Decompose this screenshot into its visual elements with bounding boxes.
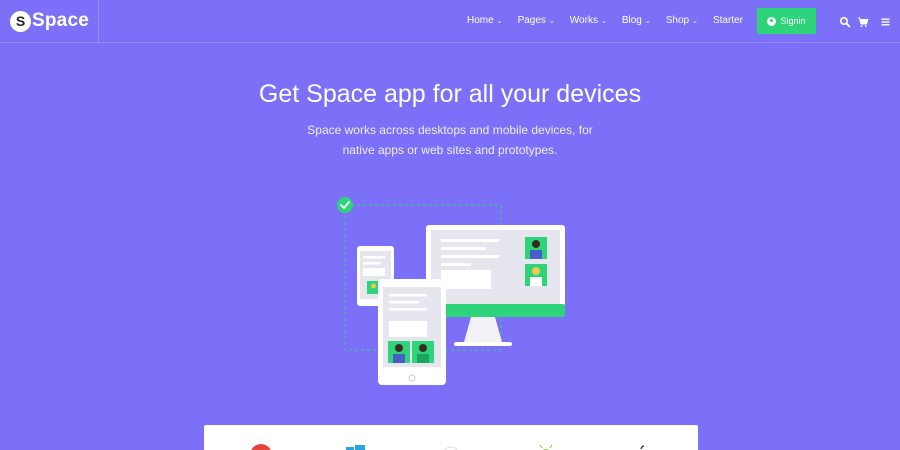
menu-icon[interactable] xyxy=(880,16,892,28)
nav-label: Shop xyxy=(665,15,690,26)
tablet-graphic xyxy=(378,279,446,385)
hero-subtitle: Space works across desktops and mobile d… xyxy=(307,123,593,157)
signin-button[interactable]: Signin xyxy=(757,8,816,34)
chevron-down-icon: ⌄ xyxy=(548,17,555,25)
chrome-icon xyxy=(444,446,458,450)
header-divider xyxy=(98,0,99,43)
chevron-down-icon: ⌄ xyxy=(496,17,503,25)
user-icon xyxy=(767,16,777,26)
nav-item-blog[interactable]: Blog ⌄ xyxy=(622,15,651,26)
logo-badge: S xyxy=(10,10,31,32)
nav-label: Blog xyxy=(621,15,642,26)
platform-logos-card xyxy=(204,425,698,450)
nav-item-starter[interactable]: Starter xyxy=(713,15,743,26)
nav-label: Starter xyxy=(712,15,743,26)
apple-icon xyxy=(640,445,645,450)
chevron-down-icon: ⌄ xyxy=(644,17,651,25)
devices-illustration xyxy=(337,197,565,385)
nav-item-shop[interactable]: Shop ⌄ xyxy=(666,15,698,26)
nav-label: Works xyxy=(569,15,598,26)
logo-text: Space xyxy=(32,10,89,31)
chevron-down-icon: ⌄ xyxy=(600,17,607,25)
hero-title: Get Space app for all your devices xyxy=(258,80,642,108)
main-nav: Home ⌄ Pages ⌄ Works ⌄ Blog ⌄ Shop ⌄ Starter xyxy=(467,15,743,26)
google-icon xyxy=(251,444,271,450)
logo[interactable]: S Space xyxy=(10,10,89,32)
check-icon xyxy=(337,197,353,213)
signin-label: Signin xyxy=(780,16,806,26)
monitor-graphic xyxy=(426,225,565,346)
search-icon[interactable] xyxy=(839,16,851,28)
nav-item-home[interactable]: Home ⌄ xyxy=(467,15,503,26)
nav-label: Home xyxy=(467,15,494,26)
chevron-down-icon: ⌄ xyxy=(692,17,698,25)
site-header: S Space Home ⌄ Pages ⌄ Works ⌄ Blog ⌄ Shop ⌄ … xyxy=(0,0,900,43)
nav-item-pages[interactable]: Pages ⌄ xyxy=(518,15,555,26)
cart-icon[interactable] xyxy=(857,16,869,28)
android-icon xyxy=(539,444,553,450)
nav-item-works[interactable]: Works ⌄ xyxy=(570,15,607,26)
nav-label: Pages xyxy=(517,15,546,26)
windows-icon xyxy=(346,445,365,450)
